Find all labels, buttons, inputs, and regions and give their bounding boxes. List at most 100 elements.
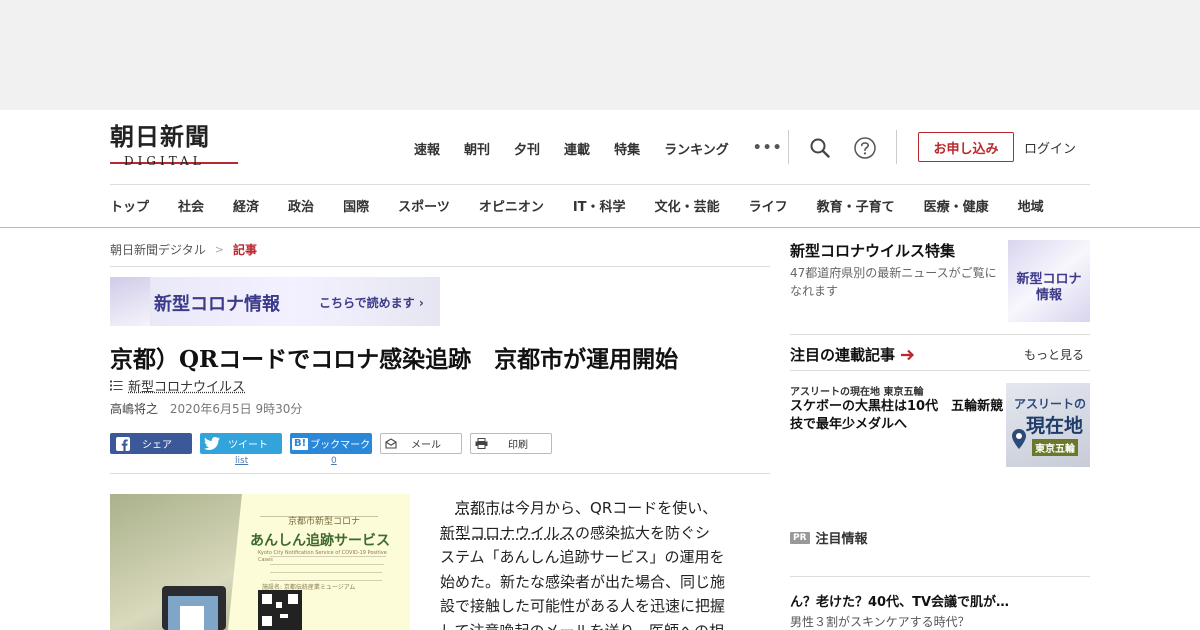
twitter-icon [204, 437, 220, 450]
hatena-bookmark-label: ブックマーク [310, 440, 371, 451]
arrow-right-icon [901, 349, 915, 361]
logo-sub-text: DIGITAL [124, 154, 205, 168]
header-divider [896, 130, 897, 164]
search-icon[interactable] [808, 136, 832, 160]
body-line: ステム「あんしん追跡サービス」の運用を [440, 548, 725, 566]
help-icon[interactable] [852, 135, 878, 161]
body-text-segment: は今月から、QRコードを使い、 [500, 499, 718, 517]
header-divider [788, 130, 789, 164]
breadcrumb: 朝日新聞デジタル > 記事 [110, 241, 257, 258]
body-text-segment: の感染拡大を防ぐシ [575, 523, 711, 542]
twitter-share-button[interactable]: ツイート [200, 433, 282, 454]
breadcrumb-separator: > [214, 243, 224, 256]
location-pin-icon [1012, 429, 1026, 453]
banner-subtitle: こちらで読めます › [319, 296, 424, 310]
print-button[interactable]: 印刷 [470, 433, 552, 454]
twitter-count[interactable]: list [235, 456, 248, 466]
banner-title: 新型コロナ情報 [154, 294, 280, 315]
cat-region[interactable]: 地域 [1018, 196, 1044, 215]
thumb-text: 現在地 [1026, 415, 1084, 437]
facebook-share-button[interactable]: シェア [110, 433, 192, 454]
more-link[interactable]: もっと見る [1024, 346, 1084, 363]
thumb-text: アスリートの [1014, 397, 1087, 411]
hatena-count[interactable]: 0 [331, 456, 337, 466]
nav-yukan[interactable]: 夕刊 [514, 139, 540, 158]
hatena-icon: B! [292, 437, 309, 450]
ad-subtitle: 男性３割がスキンケアする時代？ [790, 615, 970, 629]
sidebar-divider [790, 370, 1090, 371]
cat-education[interactable]: 教育・子育て [817, 196, 895, 215]
body-line: 設で接触した可能性がある人を迅速に把握 [440, 597, 726, 615]
body-line: して注意喚起のメールを送り、医師への相 [440, 619, 770, 630]
breadcrumb-divider [110, 266, 770, 267]
article-headline: 京都）QRコードでコロナ感染追跡 京都市が運用開始 [110, 346, 679, 373]
nav-tokushu[interactable]: 特集 [614, 139, 640, 158]
cat-opinion[interactable]: オピニオン [479, 196, 544, 215]
nav-rensai[interactable]: 連載 [564, 139, 590, 158]
article-photo[interactable]: 京都市新型コロナ あんしん追跡サービス Kyoto City Notificat… [110, 494, 410, 630]
nav-sokuho[interactable]: 速報 [414, 139, 440, 158]
publish-date: 2020年6月5日 9時30分 [169, 402, 303, 416]
thumb-text: 東京五輪 [1032, 439, 1078, 456]
poster-header: 京都市新型コロナ [288, 517, 361, 527]
mail-share-button[interactable]: メール [380, 433, 462, 454]
twitter-share-label: ツイート [228, 440, 268, 451]
mail-share-label: メール [411, 440, 441, 451]
cat-health[interactable]: 医療・健康 [924, 196, 989, 215]
corona-info-banner[interactable]: 新型コロナ情報 こちらで読めます › [110, 277, 440, 326]
cat-economy[interactable]: 経済 [233, 196, 259, 215]
list-icon [110, 380, 123, 391]
article-tag-label: 新型コロナウイルス [128, 380, 246, 395]
cat-top[interactable]: トップ [110, 196, 149, 215]
share-buttons: シェア ツイート B! ブックマーク メール 印刷 [110, 433, 560, 454]
share-divider [110, 473, 770, 474]
logo-main-text: 朝日新聞 [110, 122, 210, 151]
nav-choukan[interactable]: 朝刊 [464, 139, 490, 158]
cat-it-science[interactable]: IT・科学 [573, 196, 626, 215]
series-thumbnail[interactable]: アスリートの 現在地 東京五輪 [1006, 383, 1090, 467]
corona-feature-thumbnail[interactable]: 新型コロナ 情報 [1008, 240, 1090, 322]
breadcrumb-current: 記事 [232, 243, 257, 257]
body-line: 京都市は今月から、QRコードを使い、 [440, 496, 770, 521]
corona-feature-title[interactable]: 新型コロナウイルス特集 [790, 240, 955, 261]
poster-facility: 施設名: 京都伝統産業ミュージアム [262, 584, 356, 591]
byline: 高嶋将之 2020年6月5日 9時30分 [110, 400, 302, 417]
cat-society[interactable]: 社会 [178, 196, 204, 215]
coronavirus-link[interactable]: 新型コロナウイルス [440, 524, 575, 542]
banner-decoration [110, 277, 150, 326]
corona-feature-desc: 47都道府県別の最新ニュースがご覧になれます [790, 266, 997, 298]
facebook-share-label: シェア [142, 440, 172, 451]
mail-icon [385, 438, 397, 449]
poster-english: Kyoto City Notification Service of COVID… [258, 550, 387, 563]
top-nav: 速報 朝刊 夕刊 連載 特集 ランキング ••• [414, 136, 783, 160]
cat-politics[interactable]: 政治 [288, 196, 314, 215]
category-nav: トップ 社会 経済 政治 国際 スポーツ オピニオン IT・科学 文化・芸能 ラ… [110, 196, 1044, 215]
pr-badge: PR [790, 531, 810, 544]
cat-life[interactable]: ライフ [749, 196, 788, 215]
series-kicker: アスリートの現在地 東京五輪 [790, 387, 924, 398]
login-link[interactable]: ログイン [1024, 138, 1076, 157]
site-header: 朝日新聞 DIGITAL 速報 朝刊 夕刊 連載 特集 ランキング ••• お申… [0, 110, 1200, 228]
ad-title[interactable]: ん？老けた？40代、TV会議で肌が… [790, 591, 1009, 610]
article-tag[interactable]: 新型コロナウイルス [110, 376, 245, 395]
series-heading-label: 注目の連載記事 [790, 346, 896, 364]
poster-title: あんしん追跡サービス [250, 533, 390, 549]
apply-button[interactable]: お申し込み [918, 132, 1014, 162]
cat-sports[interactable]: スポーツ [398, 196, 450, 215]
kyoto-city-link[interactable]: 京都市 [455, 499, 500, 517]
site-logo[interactable]: 朝日新聞 DIGITAL [110, 124, 242, 170]
series-article-title[interactable]: スケボーの大黒柱は10代 五輪新競技で最年少メダルへ [790, 398, 1004, 434]
nav-ranking[interactable]: ランキング [664, 139, 729, 158]
more-menu-icon[interactable]: ••• [753, 140, 783, 156]
body-line: 新型コロナウイルスの感染拡大を防ぐシ [440, 521, 770, 546]
facebook-icon [116, 436, 130, 451]
sidebar-divider [790, 334, 1090, 335]
print-icon [475, 438, 488, 449]
sidebar-divider [790, 576, 1090, 577]
cat-culture[interactable]: 文化・芸能 [655, 196, 720, 215]
body-line: 始めた。新たな感染者が出た場合、同じ施 [440, 572, 726, 591]
series-heading[interactable]: 注目の連載記事 [790, 344, 915, 365]
cat-international[interactable]: 国際 [343, 196, 369, 215]
hatena-bookmark-button[interactable]: B! ブックマーク [290, 433, 372, 454]
breadcrumb-home[interactable]: 朝日新聞デジタル [110, 241, 206, 258]
